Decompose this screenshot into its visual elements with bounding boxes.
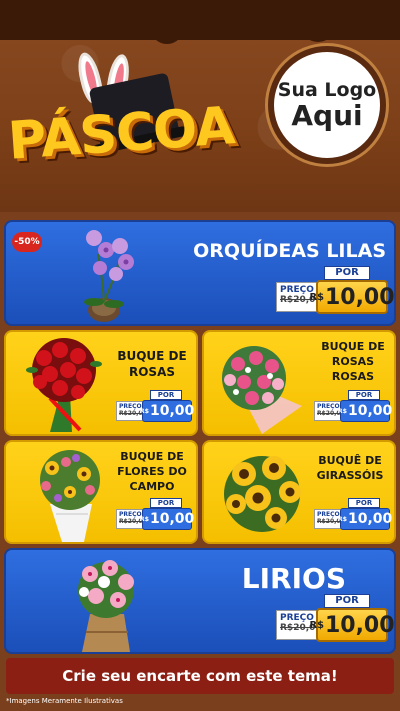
price-value: 10,00 (347, 511, 393, 527)
product-card-lirios[interactable]: LIRIOS POR PREÇO R$20,00 R$ 10,00 (4, 548, 396, 654)
por-label: POR (324, 594, 370, 608)
price-tag: POR PREÇO R$20,00 R$ 10,00 (276, 594, 394, 644)
por-label: POR (348, 498, 380, 508)
product-name: BUQUE DE ROSAS ROSAS (321, 340, 385, 383)
product-card-flores-campo[interactable]: BUQUE DE FLORES DO CAMPO POR PREÇO R$20,… (4, 440, 198, 544)
logo-placeholder: Sua Logo Aqui (268, 46, 386, 164)
page-title: PÁSCOA (6, 96, 237, 172)
por-label: POR (150, 498, 182, 508)
product-name: LIRIOS (241, 562, 346, 595)
logo-text-line2: Aqui (291, 98, 363, 132)
currency-symbol: R$ (337, 515, 347, 523)
por-label: POR (324, 266, 370, 280)
price-tag: POR PREÇO R$20,00 R$ 10,00 (276, 266, 394, 316)
product-name: BUQUE DE FLORES DO CAMPO (117, 450, 187, 493)
new-price: R$ 10,00 (139, 508, 195, 530)
product-name: BUQUE DE ROSAS (117, 349, 187, 380)
price-tag: POR PREÇO R$20,00 R$ 10,00 (116, 390, 195, 424)
currency-symbol: R$ (139, 515, 149, 523)
price-value: 10,00 (324, 612, 395, 638)
new-price: R$ 10,00 (309, 280, 394, 314)
old-price: R$20,00 (317, 518, 345, 525)
new-price: R$ 10,00 (309, 608, 394, 642)
header-banner: PÁSCOA Sua Logo Aqui (0, 0, 400, 212)
easter-title-group: PÁSCOA (6, 50, 263, 172)
por-label: POR (150, 390, 182, 400)
orchid-image (84, 230, 134, 322)
product-name: BUQUÊ DE GIRASSÓIS (316, 454, 384, 482)
currency-symbol: R$ (139, 407, 149, 415)
preco-label: PREÇO (119, 511, 142, 518)
price-value: 10,00 (324, 284, 395, 310)
price-tag: POR PREÇO R$20,00 R$ 10,00 (314, 390, 393, 424)
sunflower-bouquet-image (224, 456, 301, 532)
currency-symbol: R$ (337, 407, 347, 415)
preco-label: PREÇO (317, 403, 340, 410)
por-label: POR (348, 390, 380, 400)
rose-bouquet-image (26, 338, 102, 432)
price-value: 10,00 (347, 403, 393, 419)
discount-badge: -50% (12, 232, 42, 252)
new-price: R$ 10,00 (337, 400, 393, 422)
old-price: R$20,00 (317, 410, 345, 417)
product-card-buque-rosas-rosas[interactable]: BUQUE DE ROSAS ROSAS POR PREÇO R$20,00 R… (202, 330, 396, 436)
new-price: R$ 10,00 (337, 508, 393, 530)
preco-label: PREÇO (119, 403, 142, 410)
old-price: R$20,00 (119, 518, 147, 525)
cta-banner[interactable]: Crie seu encarte com este tema! (6, 658, 394, 694)
preco-label: PREÇO (317, 511, 340, 518)
lily-bouquet-image (78, 560, 134, 652)
price-value: 10,00 (149, 403, 195, 419)
price-tag: POR PREÇO R$20,00 R$ 10,00 (116, 498, 195, 532)
product-card-orquideas[interactable]: -50% ORQUÍDEAS LILAS POR PREÇO R$20,00 R… (4, 220, 396, 326)
logo-text-line1: Sua Logo (277, 78, 377, 101)
currency-symbol: R$ (309, 291, 324, 303)
price-tag: POR PREÇO R$20,00 R$ 10,00 (314, 498, 393, 532)
chocolate-drip (0, 0, 400, 44)
price-value: 10,00 (149, 511, 195, 527)
product-card-buque-rosas[interactable]: BUQUE DE ROSAS POR PREÇO R$20,00 R$ 10,0… (4, 330, 198, 436)
wildflower-bouquet-image (40, 450, 100, 542)
pink-rose-bouquet-image (222, 346, 302, 434)
product-card-girassois[interactable]: BUQUÊ DE GIRASSÓIS POR PREÇO R$20,00 R$ … (202, 440, 396, 544)
new-price: R$ 10,00 (139, 400, 195, 422)
product-name: ORQUÍDEAS LILAS (193, 240, 386, 262)
currency-symbol: R$ (309, 619, 324, 631)
disclaimer-text: *Imagens Meramente Ilustrativas (6, 697, 123, 705)
old-price: R$20,00 (119, 410, 147, 417)
